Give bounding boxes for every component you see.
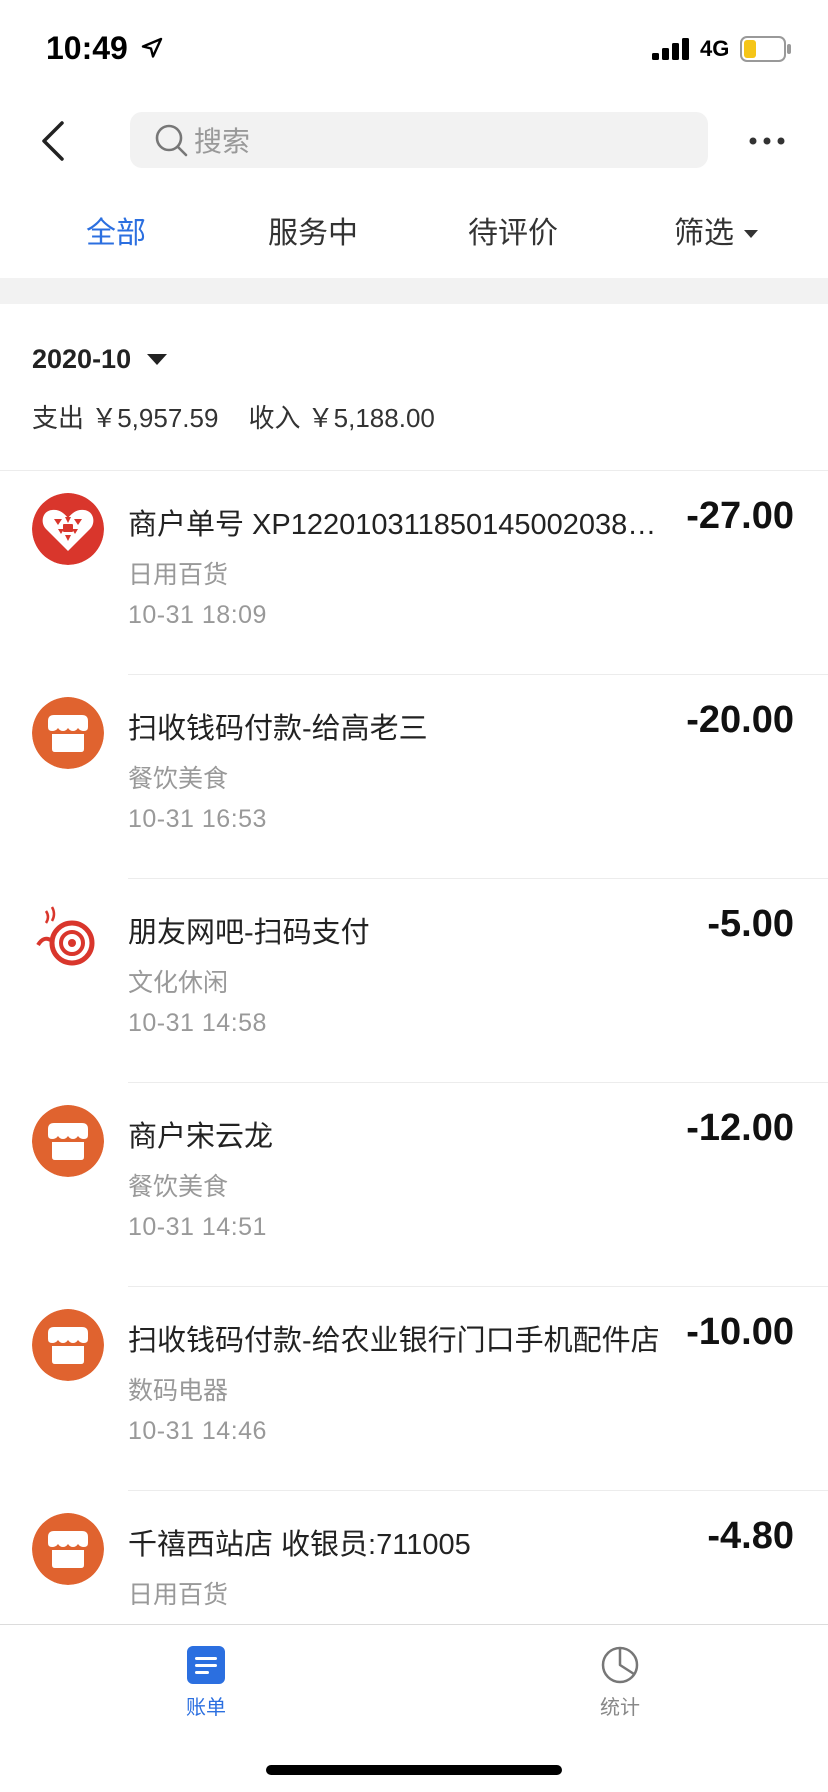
more-icon: [749, 137, 785, 145]
location-arrow-icon: [141, 37, 163, 58]
transaction-row[interactable]: 商户单号 XP1220103118501450020388888 -27.00 …: [0, 471, 828, 675]
transaction-time: 10-31 14:58: [128, 1009, 267, 1037]
status-bar: 10:49 4G: [0, 0, 828, 100]
transaction-amount: -27.00: [686, 495, 794, 537]
status-time: 10:49: [46, 30, 128, 66]
tab-in-service[interactable]: 服务中: [268, 204, 358, 264]
transaction-list: 商户单号 XP1220103118501450020388888 -27.00 …: [0, 471, 828, 1695]
transaction-row[interactable]: 朋友网吧-扫码支付 -5.00 文化休闲 10-31 14:58: [0, 879, 828, 1083]
transaction-amount: -5.00: [707, 903, 794, 945]
back-arrow-icon: [42, 121, 64, 161]
battery-icon: [740, 36, 791, 62]
transaction-category: 餐饮美食: [128, 765, 229, 793]
transaction-time: 10-31 14:51: [128, 1213, 267, 1241]
netcafe-icon: [32, 901, 104, 973]
tab-bar: 全部 服务中 待评价 筛选: [0, 204, 828, 264]
transaction-time: 10-31 18:09: [128, 601, 267, 629]
transaction-amount: -10.00: [686, 1311, 794, 1353]
caret-down-icon: [744, 230, 758, 238]
stats-pie-icon: [601, 1646, 639, 1684]
caret-down-icon: [147, 354, 168, 365]
network-label: 4G: [700, 36, 730, 61]
nav-stats-label: 统计: [600, 1697, 640, 1719]
transaction-row[interactable]: 扫收钱码付款-给高老三 -20.00 餐饮美食 10-31 16:53: [0, 675, 828, 879]
transaction-row[interactable]: 扫收钱码付款-给农业银行门口手机配件店 -10.00 数码电器 10-31 14…: [0, 1287, 828, 1491]
transaction-title: 商户宋云龙: [128, 1121, 274, 1153]
search-icon: [155, 124, 188, 157]
transaction-title: 朋友网吧-扫码支付: [128, 917, 370, 949]
month-label: 2020-10: [32, 344, 132, 374]
transaction-row[interactable]: 商户宋云龙 -12.00 餐饮美食 10-31 14:51: [0, 1083, 828, 1287]
transaction-category: 餐饮美食: [128, 1173, 229, 1201]
back-button[interactable]: [28, 112, 78, 170]
transaction-category: 日用百货: [128, 1581, 229, 1609]
nav-bill-label: 账单: [186, 1697, 226, 1719]
expense-total: 支出 ￥5,957.59: [32, 403, 219, 433]
nav-stats[interactable]: 统计: [560, 1645, 680, 1720]
search-input[interactable]: 搜索: [130, 112, 708, 168]
pinduoduo-icon: [32, 493, 104, 565]
home-indicator: [266, 1765, 562, 1775]
transaction-title: 商户单号 XP1220103118501450020388888: [128, 509, 664, 541]
tab-filter[interactable]: 筛选: [674, 204, 758, 264]
transaction-title: 千禧西站店 收银员:711005: [128, 1529, 471, 1561]
bill-icon: [187, 1646, 225, 1684]
transaction-category: 文化休闲: [128, 969, 229, 997]
store-icon: [32, 1105, 104, 1177]
tab-pending-review[interactable]: 待评价: [468, 204, 558, 264]
transaction-title: 扫收钱码付款-给高老三: [128, 713, 428, 745]
nav-bill[interactable]: 账单: [146, 1645, 266, 1720]
transaction-amount: -12.00: [686, 1107, 794, 1149]
month-selector[interactable]: 2020-10: [32, 344, 168, 375]
transaction-amount: -20.00: [686, 699, 794, 741]
income-total: 收入 ￥5,188.00: [248, 403, 435, 433]
month-summary: 支出 ￥5,957.59 收入 ￥5,188.00: [32, 398, 435, 435]
transaction-time: 10-31 16:53: [128, 805, 267, 833]
transaction-title: 扫收钱码付款-给农业银行门口手机配件店: [128, 1325, 660, 1357]
tab-filter-label: 筛选: [674, 217, 734, 250]
section-divider: [0, 278, 828, 304]
transaction-category: 数码电器: [128, 1377, 229, 1405]
tab-all[interactable]: 全部: [86, 204, 146, 264]
transaction-time: 10-31 14:46: [128, 1417, 267, 1445]
transaction-category: 日用百货: [128, 561, 229, 589]
store-icon: [32, 697, 104, 769]
signal-icon: [652, 38, 689, 60]
store-icon: [32, 1309, 104, 1381]
store-icon: [32, 1513, 104, 1585]
search-placeholder: 搜索: [194, 126, 251, 157]
transaction-amount: -4.80: [707, 1515, 794, 1557]
more-button[interactable]: [742, 118, 792, 164]
